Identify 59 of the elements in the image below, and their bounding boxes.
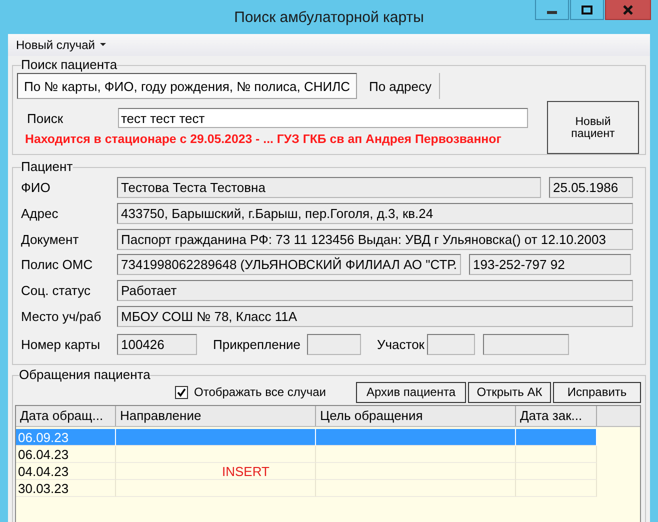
table-cell[interactable]	[316, 463, 516, 480]
table-cell[interactable]: 30.03.23	[16, 480, 116, 497]
table-cell[interactable]: 04.04.23	[16, 463, 116, 480]
input-field[interactable]: 100426	[117, 334, 197, 355]
insert-label: INSERT	[222, 464, 270, 479]
tab[interactable]: По № карты, ФИО, году рождения, № полиса, СНИЛС	[17, 73, 357, 99]
table-cell[interactable]	[116, 446, 316, 463]
input-field[interactable]: МБОУ СОШ № 78, Класс 11А	[117, 306, 633, 327]
input-field[interactable]: Работает	[117, 280, 633, 302]
column-header[interactable]: Направление	[116, 406, 316, 426]
group-title: Пациент	[21, 161, 73, 173]
new-patient-button[interactable]: Новый пациент	[547, 101, 639, 154]
window-title: Поиск амбулаторной карты	[234, 8, 424, 26]
table-cell[interactable]	[516, 480, 597, 497]
input-field[interactable]: Паспорт гражданина РФ: 73 11 123456 Выдан: УВД г Ульяновска() от 12.10.2003	[117, 228, 633, 250]
column-header[interactable]: Дата обращ...	[16, 406, 116, 426]
alert-text: Находится в стационаре с 29.05.2023 - ... ГУЗ ГКБ св ап Андрея Первозванног	[25, 132, 502, 146]
group-title: Поиск пациента	[21, 59, 118, 71]
table-cell[interactable]	[116, 480, 316, 497]
field-label: Номер карты	[20, 336, 102, 352]
minimize-button[interactable]	[535, 0, 569, 20]
close-icon	[622, 4, 634, 14]
column-header[interactable]: Цель обращения	[316, 406, 516, 426]
field-label: Прикрепление	[212, 336, 302, 352]
input-field[interactable]: Тестова Теста Тестовна	[117, 177, 541, 198]
close-button[interactable]	[605, 0, 651, 20]
input-field[interactable]	[483, 334, 569, 355]
field-label: Полис ОМС	[20, 257, 94, 272]
maximize-icon	[581, 4, 593, 14]
input-field[interactable]: 193-252-797 92	[469, 254, 631, 276]
field-label: Участок	[376, 336, 426, 352]
group-title: Обращения пациента	[19, 369, 150, 381]
input-field[interactable]: 25.05.1986	[549, 177, 633, 198]
action-button[interactable]: Архив пациента	[356, 382, 466, 402]
table-cell[interactable]	[516, 463, 597, 480]
table-cell[interactable]	[516, 446, 597, 463]
field-label: Адрес	[20, 206, 60, 222]
input-field[interactable]: 433750, Барышский, г.Барыш, пер.Гоголя, д.3, кв.24	[117, 203, 633, 224]
input-field[interactable]	[427, 334, 475, 355]
table-cell[interactable]: INSERT	[116, 463, 316, 480]
action-button[interactable]: Исправить	[553, 382, 641, 402]
input-field[interactable]: 7341998062289648 (УЛЬЯНОВСКИЙ ФИЛИАЛ АО "СТР.	[117, 254, 461, 276]
field-label: Место уч/раб	[20, 308, 102, 324]
table-cell[interactable]: 06.04.23	[16, 446, 116, 463]
minimize-icon	[547, 11, 557, 14]
field-label: Соц. статус	[20, 283, 92, 298]
maximize-button[interactable]	[570, 0, 604, 20]
check-icon	[177, 388, 186, 396]
menu-item[interactable]: Новый случай	[13, 38, 110, 52]
field-label: Документ	[20, 232, 80, 247]
search-label: Поиск	[26, 110, 64, 126]
input-field[interactable]	[307, 334, 361, 355]
table-cell[interactable]	[316, 446, 516, 463]
search-field[interactable]: тест тест тест	[118, 108, 528, 128]
action-button[interactable]: Открыть АК	[468, 382, 551, 402]
column-header[interactable]: Дата зак...	[516, 406, 597, 426]
field-label: ФИО	[20, 180, 52, 196]
table-cell[interactable]	[316, 480, 516, 497]
show-all-checkbox[interactable]: Отображать все случаи	[175, 385, 326, 399]
